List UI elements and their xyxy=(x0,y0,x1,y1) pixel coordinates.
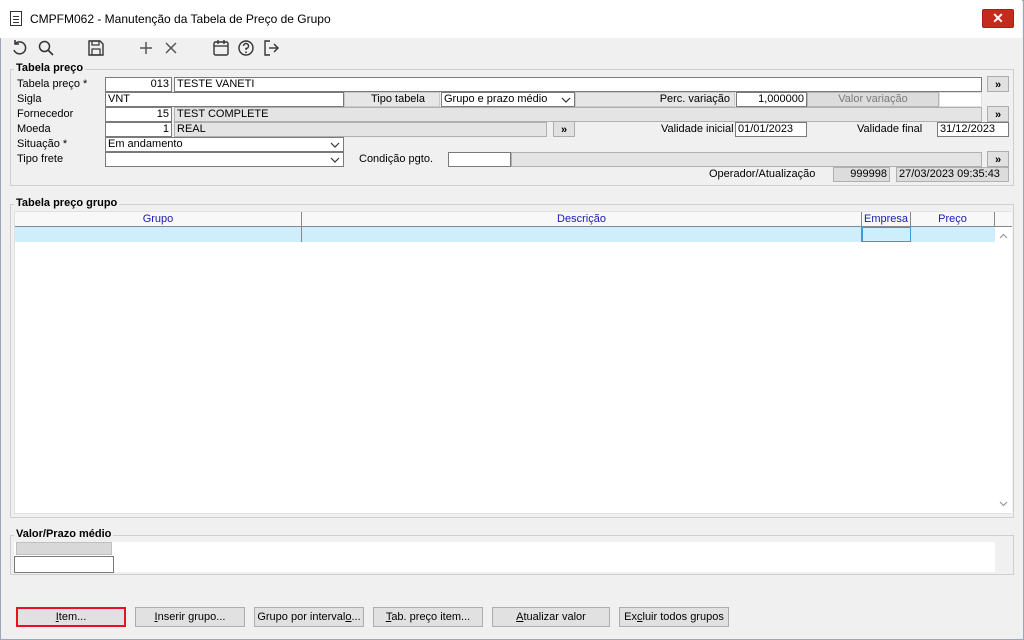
vertical-scrollbar[interactable] xyxy=(995,227,1012,513)
valor-prazo-header xyxy=(16,542,112,555)
exit-icon[interactable] xyxy=(261,38,281,58)
scroll-down-icon[interactable] xyxy=(999,499,1008,508)
save-icon[interactable] xyxy=(86,38,106,58)
perc-variacao-label: Perc. variação xyxy=(575,92,735,107)
perc-variacao-field[interactable]: 1,000000 xyxy=(736,92,807,107)
tipo-frete-select[interactable] xyxy=(105,152,344,167)
validade-final-field[interactable]: 31/12/2023 xyxy=(937,122,1009,137)
sigla-field[interactable]: VNT xyxy=(105,92,344,107)
title-bar: CMPFM062 - Manutenção da Tabela de Preço… xyxy=(0,0,1022,38)
moeda-lookup-button[interactable]: » xyxy=(553,121,575,137)
cell-empresa[interactable] xyxy=(862,227,911,242)
cell-preco[interactable] xyxy=(911,227,995,242)
tabela-preco-lookup-button[interactable]: » xyxy=(987,76,1009,92)
tabela-preco-desc-field[interactable]: TESTE VANETI xyxy=(174,77,982,92)
tabela-preco-label: Tabela preço * xyxy=(17,78,88,90)
inserir-button-label: nserir grupo... xyxy=(157,611,226,623)
fornecedor-code-field[interactable]: 15 xyxy=(105,107,172,122)
grupo-por-intervalo-button[interactable]: Grupo por intervalo... xyxy=(254,607,364,627)
table-row[interactable] xyxy=(15,227,995,242)
tab-preco-item-button[interactable]: Tab. preço item... xyxy=(373,607,483,627)
chevron-down-icon xyxy=(561,97,571,103)
calendar-icon[interactable] xyxy=(211,38,231,58)
undo-icon[interactable] xyxy=(10,38,30,58)
validade-inicial-field[interactable]: 01/01/2023 xyxy=(735,122,807,137)
condicao-pgto-code-field[interactable] xyxy=(448,152,511,167)
operador-field: 999998 xyxy=(833,167,890,182)
column-header-empresa[interactable]: Empresa xyxy=(862,212,911,227)
validade-inicial-label: Validade inicial xyxy=(661,123,734,135)
valor-variacao-field[interactable] xyxy=(939,92,982,107)
valor-prazo-field[interactable] xyxy=(14,556,114,573)
delete-icon[interactable] xyxy=(161,38,181,58)
column-header-preco[interactable]: Preço xyxy=(911,212,995,227)
intervalo-button-label: ... xyxy=(351,611,361,623)
excluir-button-label-pre: Ex xyxy=(624,611,637,623)
tipo-frete-label: Tipo frete xyxy=(17,153,64,165)
help-icon[interactable] xyxy=(236,38,256,58)
scroll-up-icon[interactable] xyxy=(999,232,1008,241)
tabela-preco-grupo-group-title: Tabela preço grupo xyxy=(14,197,120,209)
chevron-down-icon xyxy=(330,157,340,163)
fornecedor-label: Fornecedor xyxy=(17,108,74,120)
item-button[interactable]: Item... xyxy=(16,607,126,627)
chevron-down-icon xyxy=(330,142,340,148)
moeda-code-field[interactable]: 1 xyxy=(105,122,172,137)
moeda-desc-field: REAL xyxy=(174,122,547,137)
valor-prazo-group-title: Valor/Prazo médio xyxy=(14,528,114,540)
operador-atualizacao-label: Operador/Atualização xyxy=(709,168,816,180)
condicao-pgto-lookup-button[interactable]: » xyxy=(987,151,1009,167)
situacao-label: Situação * xyxy=(17,138,68,150)
sigla-label: Sigla xyxy=(17,93,42,105)
fornecedor-desc-field: TEST COMPLETE xyxy=(174,107,982,122)
column-header-spacer xyxy=(995,212,1012,227)
item-button-label: tem... xyxy=(58,611,87,623)
excluir-button-label: luir todos grupos xyxy=(642,611,724,623)
add-icon[interactable] xyxy=(136,38,156,58)
fornecedor-lookup-button[interactable]: » xyxy=(987,106,1009,122)
tabela-preco-group-title: Tabela preço xyxy=(14,62,86,74)
situacao-select[interactable]: Em andamento xyxy=(105,137,344,152)
excluir-todos-grupos-button[interactable]: Excluir todos grupos xyxy=(619,607,729,627)
moeda-label: Moeda xyxy=(17,123,51,135)
atualizar-valor-button[interactable]: Atualizar valor xyxy=(492,607,610,627)
tab-preco-button-label: ab. preço item... xyxy=(391,611,471,623)
inserir-grupo-button[interactable]: Inserir grupo... xyxy=(135,607,245,627)
toolbar xyxy=(0,38,1022,60)
tipo-tabela-select[interactable]: Grupo e prazo médio xyxy=(441,92,575,107)
column-header-grupo[interactable]: Grupo xyxy=(15,212,302,227)
tabela-preco-code-field[interactable]: 013 xyxy=(105,77,172,92)
grupo-table: Grupo Descrição Empresa Preço xyxy=(14,211,1012,514)
valor-prazo-area xyxy=(14,542,995,572)
close-button[interactable]: ✕ xyxy=(982,9,1014,28)
condicao-pgto-desc-field xyxy=(511,152,982,167)
situacao-value: Em andamento xyxy=(108,138,183,150)
column-header-descricao[interactable]: Descrição xyxy=(302,212,862,227)
search-icon[interactable] xyxy=(36,38,56,58)
cell-grupo[interactable] xyxy=(15,227,302,242)
intervalo-button-label-pre: Grupo por interval xyxy=(257,611,346,623)
cell-descricao[interactable] xyxy=(302,227,862,242)
condicao-pgto-label: Condição pgto. xyxy=(359,153,433,165)
validade-final-label: Validade final xyxy=(857,123,923,135)
valor-variacao-label: Valor variação xyxy=(807,92,939,107)
atualizar-button-label: tualizar valor xyxy=(523,611,586,623)
atualizacao-field: 27/03/2023 09:35:43 xyxy=(896,167,1009,182)
tipo-tabela-value: Grupo e prazo médio xyxy=(444,93,548,105)
tipo-tabela-label: Tipo tabela xyxy=(344,92,440,107)
document-icon xyxy=(10,11,22,26)
window-title: CMPFM062 - Manutenção da Tabela de Preço… xyxy=(30,12,331,26)
